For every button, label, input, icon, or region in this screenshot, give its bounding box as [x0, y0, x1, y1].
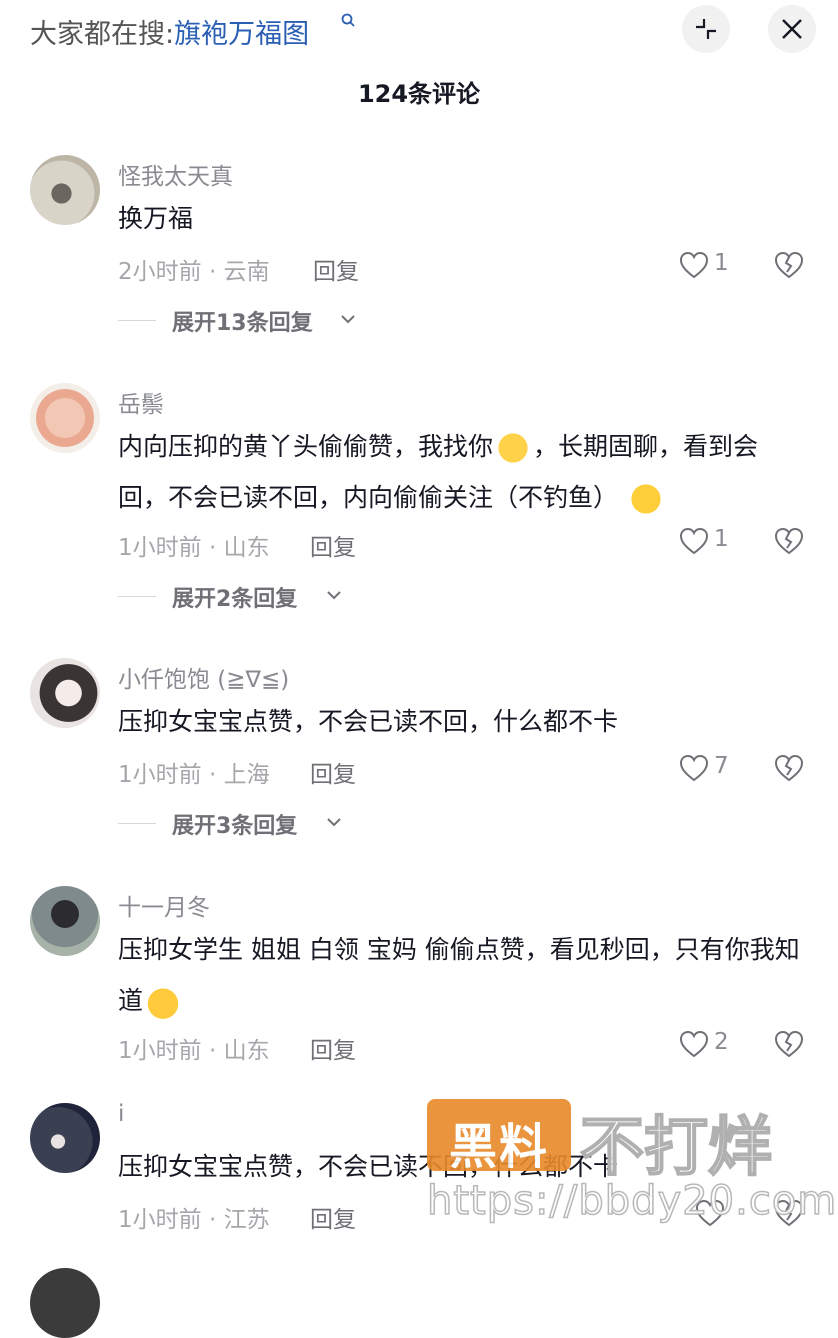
comment-username[interactable]: 十一月冬	[118, 888, 210, 922]
dislike-button[interactable]	[773, 753, 807, 787]
like-count: 2	[714, 1029, 729, 1055]
comment-time-location: 1小时前 · 山东	[118, 1038, 270, 1064]
comment-text-part: 压抑女学生 姐姐 白领 宝妈 偷偷点赞，看见秒回，只有你我知道	[118, 935, 800, 1015]
search-icon[interactable]	[340, 12, 356, 34]
comment-text: 压抑女宝宝点赞，不会已读不回，什么都不卡	[118, 707, 619, 736]
reply-button[interactable]: 回复	[310, 755, 356, 789]
watermark-logo: 黑料	[427, 1099, 571, 1175]
chevron-down-icon	[341, 315, 355, 324]
comment-text: 压抑女学生 姐姐 白领 宝妈 偷偷点赞，看见秒回，只有你我知道	[118, 924, 808, 1026]
close-icon	[782, 19, 802, 39]
heart-icon	[679, 251, 709, 279]
comment-time-location: 1小时前 · 上海	[118, 762, 270, 788]
top-bar: 大家都在搜:旗袍万福图	[0, 0, 838, 60]
pleading-face-emoji-icon	[626, 482, 667, 516]
watermark-box-text: 黑料	[448, 1119, 549, 1175]
like-button[interactable]: 1	[678, 526, 738, 560]
divider	[118, 320, 156, 321]
avatar[interactable]	[30, 1103, 100, 1173]
comment-time-location: 1小时前 · 江苏	[118, 1207, 270, 1233]
heart-icon	[679, 754, 709, 782]
like-button[interactable]: 2	[678, 1029, 738, 1063]
like-button[interactable]: 7	[678, 753, 738, 787]
comment-text: 内向压抑的黄丫头偷偷赞，我找你 ，长期固聊，看到会回，不会已读不回，内向偷偷关注（…	[118, 421, 808, 523]
comment-count-title: 124条评论	[357, 80, 481, 108]
chevron-down-icon	[327, 591, 341, 600]
fist-emoji-icon	[493, 431, 534, 465]
search-prefix-label: 大家都在搜:	[30, 19, 175, 50]
broken-heart-icon	[774, 1030, 804, 1058]
divider	[118, 823, 156, 824]
chevron-down-icon	[327, 818, 341, 827]
divider	[118, 596, 156, 597]
watermark-url: https://bbdy20.com	[426, 1177, 838, 1225]
comment-time-location: 2小时前 · 云南	[118, 259, 270, 285]
expand-replies-label: 展开13条回复	[172, 311, 313, 336]
reply-button[interactable]: 回复	[313, 252, 359, 286]
avatar[interactable]	[30, 658, 100, 728]
close-button[interactable]	[768, 5, 816, 53]
collapse-button[interactable]	[682, 5, 730, 53]
watermark-text: 不打烊	[579, 1110, 773, 1186]
avatar[interactable]	[30, 383, 100, 453]
dislike-button[interactable]	[773, 526, 807, 560]
avatar[interactable]	[30, 1268, 100, 1338]
reply-button[interactable]: 回复	[310, 1200, 356, 1234]
muscle-emoji-icon	[143, 985, 184, 1019]
broken-heart-icon	[774, 754, 804, 782]
heart-icon	[679, 1030, 709, 1058]
like-count: 1	[714, 250, 729, 276]
dislike-button[interactable]	[773, 250, 807, 284]
reply-button[interactable]: 回复	[310, 1031, 356, 1065]
heart-icon	[679, 527, 709, 555]
broken-heart-icon	[774, 251, 804, 279]
comment-text: 换万福	[118, 204, 194, 233]
expand-replies-label: 展开2条回复	[172, 587, 298, 612]
comment-time-location: 1小时前 · 山东	[118, 535, 270, 561]
avatar[interactable]	[30, 155, 100, 225]
collapse-icon	[696, 19, 716, 39]
like-button[interactable]: 1	[678, 250, 738, 284]
comment-text-part: 内向压抑的黄丫头偷偷赞，我找你	[118, 432, 494, 461]
reply-button[interactable]: 回复	[310, 528, 356, 562]
expand-replies-label: 展开3条回复	[172, 814, 298, 839]
search-term-link[interactable]: 旗袍万福图	[174, 19, 309, 50]
broken-heart-icon	[774, 527, 804, 555]
like-count: 7	[714, 753, 729, 779]
comment-username[interactable]: i	[118, 1101, 124, 1127]
comment-username[interactable]: 小仟饱饱 (≧∇≦)	[118, 660, 289, 694]
like-count: 1	[714, 526, 729, 552]
avatar[interactable]	[30, 886, 100, 956]
comment-username[interactable]: 怪我太天真	[118, 157, 233, 191]
comment-username[interactable]: 岳鬃	[118, 385, 164, 419]
search-suggestion[interactable]: 大家都在搜:旗袍万福图	[30, 12, 309, 51]
dislike-button[interactable]	[773, 1029, 807, 1063]
